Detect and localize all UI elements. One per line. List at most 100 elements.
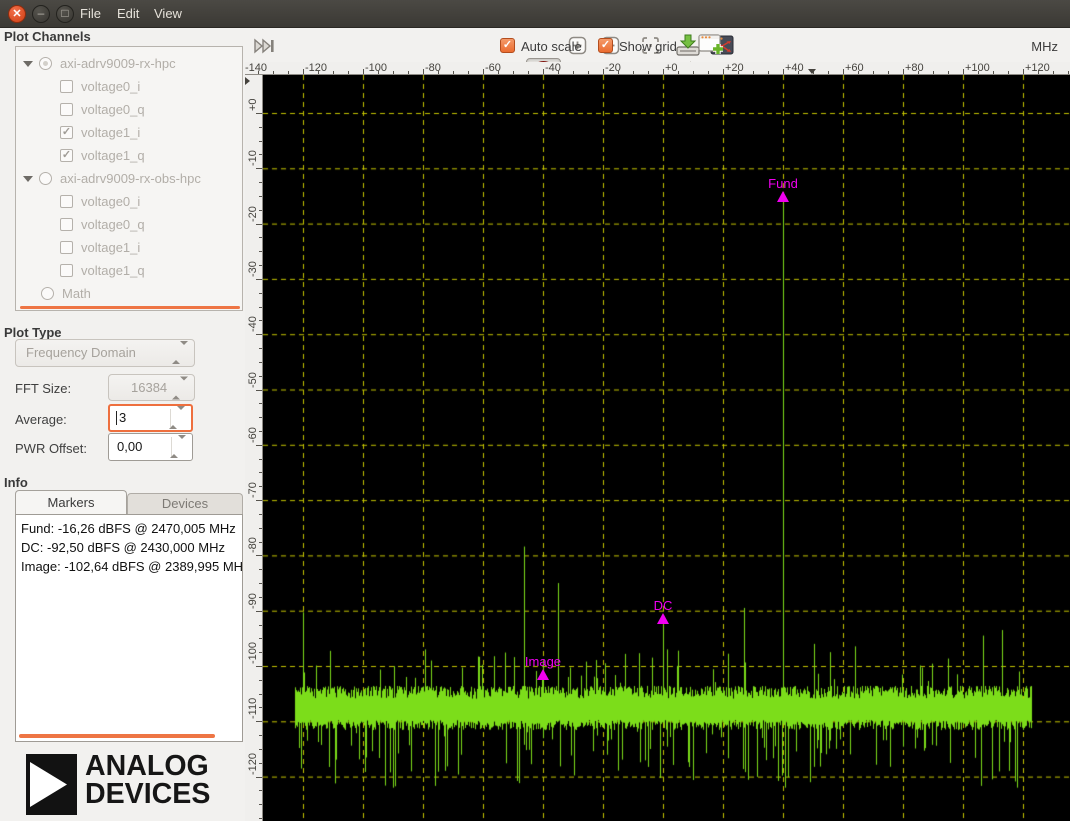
- channel-row[interactable]: ✓voltage1_q: [16, 144, 242, 167]
- markers-hscrollbar[interactable]: [19, 734, 215, 738]
- menu-file[interactable]: File: [80, 0, 101, 28]
- plot-type-combobox[interactable]: Frequency Domain: [15, 339, 195, 367]
- showgrid-checkbox[interactable]: ✓: [598, 38, 613, 53]
- spin-arrows-icon[interactable]: [170, 434, 186, 460]
- spectrum-plot-area[interactable]: FundDCImage: [263, 75, 1070, 821]
- x-tick: [903, 69, 904, 74]
- plot-channels-title: Plot Channels: [4, 29, 91, 44]
- x-axis-ruler[interactable]: -140-120-100-80-60-40-20+0+20+40+60+80+1…: [245, 62, 1070, 75]
- y-tick: [259, 141, 262, 142]
- x-tick: [513, 71, 514, 74]
- device-radio[interactable]: [39, 57, 52, 70]
- x-tick: [708, 71, 709, 74]
- x-tick-label: +20: [725, 62, 744, 74]
- x-tick: [948, 71, 949, 74]
- device-row[interactable]: axi-adrv9009-rx-hpc: [16, 52, 242, 75]
- x-tick: [288, 71, 289, 74]
- titlebar: ✕ – □ File Edit View: [0, 0, 1070, 28]
- x-tick: [273, 71, 274, 74]
- channel-row[interactable]: ✓ voltage1_i: [16, 121, 242, 144]
- fft-size-combobox[interactable]: 16384: [108, 374, 195, 401]
- channel-checkbox[interactable]: [60, 218, 73, 231]
- tab-devices[interactable]: Devices: [127, 493, 243, 514]
- x-tick-label: +80: [905, 62, 924, 74]
- channel-checkbox[interactable]: [60, 264, 73, 277]
- channel-checkbox[interactable]: [60, 80, 73, 93]
- analog-devices-logo-text: ANALOG DEVICES: [85, 751, 210, 807]
- tab-markers[interactable]: Markers: [15, 490, 127, 514]
- x-tick: [633, 71, 634, 74]
- x-tick: [873, 71, 874, 74]
- window-minimize-button[interactable]: –: [32, 5, 50, 23]
- markers-info-textview[interactable]: Fund: -16,26 dBFS @ 2470,005 MHz DC: -92…: [15, 514, 243, 742]
- math-radio[interactable]: [41, 287, 54, 300]
- device-row[interactable]: axi-adrv9009-rx-obs-hpc: [16, 167, 242, 190]
- spectrum-canvas[interactable]: [263, 75, 1070, 821]
- y-tick: [259, 625, 262, 626]
- x-tick: [678, 71, 679, 74]
- x-tick: [798, 71, 799, 74]
- channel-tree-hscrollbar[interactable]: [20, 306, 240, 309]
- y-tick: [259, 348, 262, 349]
- window-maximize-button[interactable]: □: [56, 5, 74, 23]
- y-tick: [259, 472, 262, 473]
- y-tick: [256, 555, 262, 556]
- x-tick: [378, 71, 379, 74]
- channel-row[interactable]: voltage0_q: [16, 213, 242, 236]
- y-tick-label: -90: [247, 593, 259, 609]
- y-tick: [256, 611, 262, 612]
- channel-row[interactable]: voltage0_q: [16, 98, 242, 121]
- capture-forward-icon[interactable]: [253, 38, 275, 54]
- new-plot-icon[interactable]: [698, 33, 726, 57]
- y-tick: [259, 403, 262, 404]
- spin-arrows-icon[interactable]: [169, 406, 185, 430]
- device-radio[interactable]: [39, 172, 52, 185]
- x-tick-label: -100: [365, 62, 387, 74]
- x-tick: [993, 71, 994, 74]
- y-tick: [259, 417, 262, 418]
- expander-icon[interactable]: [23, 61, 33, 67]
- x-tick-label: -120: [305, 62, 327, 74]
- pwr-offset-label: PWR Offset:: [15, 441, 87, 456]
- x-tick: [423, 69, 424, 74]
- y-tick: [259, 818, 262, 819]
- y-tick: [259, 680, 262, 681]
- menu-edit[interactable]: Edit: [117, 0, 139, 28]
- autoscale-checkbox[interactable]: ✓: [500, 38, 515, 53]
- channel-row[interactable]: voltage0_i: [16, 190, 242, 213]
- channel-label: voltage1_q: [81, 263, 145, 278]
- x-tick: [918, 71, 919, 74]
- ruler-position-marker: [245, 77, 250, 85]
- math-row[interactable]: Math: [16, 282, 242, 305]
- x-tick: [1068, 71, 1069, 74]
- device-name: axi-adrv9009-rx-hpc: [60, 56, 176, 71]
- x-tick: [258, 71, 259, 74]
- channel-checkbox[interactable]: [60, 241, 73, 254]
- y-tick: [256, 666, 262, 667]
- y-tick: [259, 210, 262, 211]
- y-tick: [259, 293, 262, 294]
- x-tick-label: -140: [245, 62, 267, 74]
- y-axis-ruler[interactable]: +0-10-20-30-40-50-60-70-80-90-100-110-12…: [245, 75, 263, 821]
- x-tick: [1008, 71, 1009, 74]
- menu-view[interactable]: View: [154, 0, 182, 28]
- window-close-button[interactable]: ✕: [8, 5, 26, 23]
- y-tick: [256, 334, 262, 335]
- channel-row[interactable]: voltage0_i: [16, 75, 242, 98]
- channel-checkbox[interactable]: [60, 103, 73, 116]
- x-tick-label: +60: [845, 62, 864, 74]
- channel-checkbox[interactable]: ✓: [60, 149, 73, 162]
- channel-row[interactable]: voltage1_q: [16, 259, 242, 282]
- average-value: 3: [119, 410, 126, 425]
- average-spinbox[interactable]: 3: [108, 404, 193, 432]
- analog-devices-logo-icon: [26, 754, 77, 815]
- channel-checkbox[interactable]: ✓: [60, 126, 73, 139]
- pwr-offset-spinbox[interactable]: 0,00: [108, 433, 193, 461]
- y-tick: [259, 182, 262, 183]
- channel-label: voltage1_i: [81, 125, 140, 140]
- y-tick: [256, 445, 262, 446]
- expander-icon[interactable]: [23, 176, 33, 182]
- channel-row[interactable]: voltage1_i: [16, 236, 242, 259]
- y-tick: [259, 652, 262, 653]
- channel-checkbox[interactable]: [60, 195, 73, 208]
